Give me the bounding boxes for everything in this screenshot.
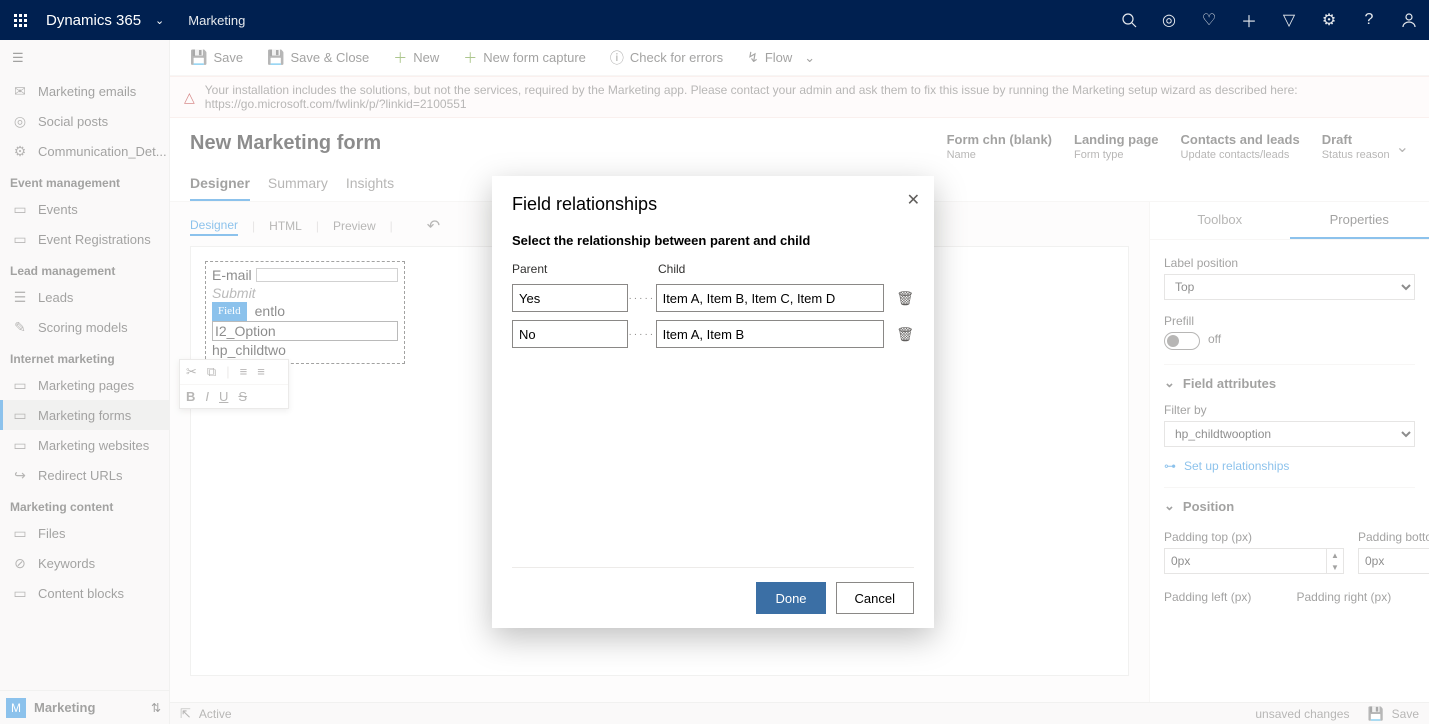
link-dots-icon: ·····	[628, 293, 656, 304]
search-icon[interactable]	[1109, 12, 1149, 28]
cancel-button[interactable]: Cancel	[836, 582, 914, 614]
brand-label[interactable]: Dynamics 365	[40, 12, 147, 29]
child-input[interactable]	[656, 320, 885, 348]
parent-header: Parent	[512, 262, 642, 276]
done-button[interactable]: Done	[756, 582, 825, 614]
lightbulb-icon[interactable]: ♡	[1189, 10, 1229, 30]
chevron-down-icon[interactable]: ⌄	[147, 14, 172, 27]
task-icon[interactable]: ◎	[1149, 10, 1189, 30]
global-topbar: Dynamics 365 ⌄ Marketing ◎ ♡ ＋ ▽ ⚙ ?	[0, 0, 1429, 40]
relationship-row: ····· 🗑	[512, 284, 914, 312]
parent-input[interactable]	[512, 320, 628, 348]
area-label[interactable]: Marketing	[188, 13, 245, 28]
plus-icon[interactable]: ＋	[1229, 8, 1269, 32]
dialog-title: Field relationships	[512, 194, 914, 215]
dialog-subtitle: Select the relationship between parent a…	[512, 233, 914, 248]
child-input[interactable]	[656, 284, 885, 312]
relationship-row: ····· 🗑	[512, 320, 914, 348]
delete-icon[interactable]: 🗑	[896, 326, 914, 343]
link-dots-icon: ·····	[628, 329, 656, 340]
parent-input[interactable]	[512, 284, 628, 312]
help-icon[interactable]: ?	[1349, 11, 1389, 29]
close-icon[interactable]: ✕	[907, 190, 920, 210]
app-launcher-icon[interactable]	[0, 14, 40, 27]
delete-icon[interactable]: 🗑	[896, 290, 914, 307]
user-icon[interactable]	[1389, 12, 1429, 28]
child-header: Child	[658, 262, 888, 276]
field-relationships-dialog: ✕ Field relationships Select the relatio…	[492, 176, 934, 628]
gear-icon[interactable]: ⚙	[1309, 10, 1349, 30]
filter-icon[interactable]: ▽	[1269, 10, 1309, 30]
